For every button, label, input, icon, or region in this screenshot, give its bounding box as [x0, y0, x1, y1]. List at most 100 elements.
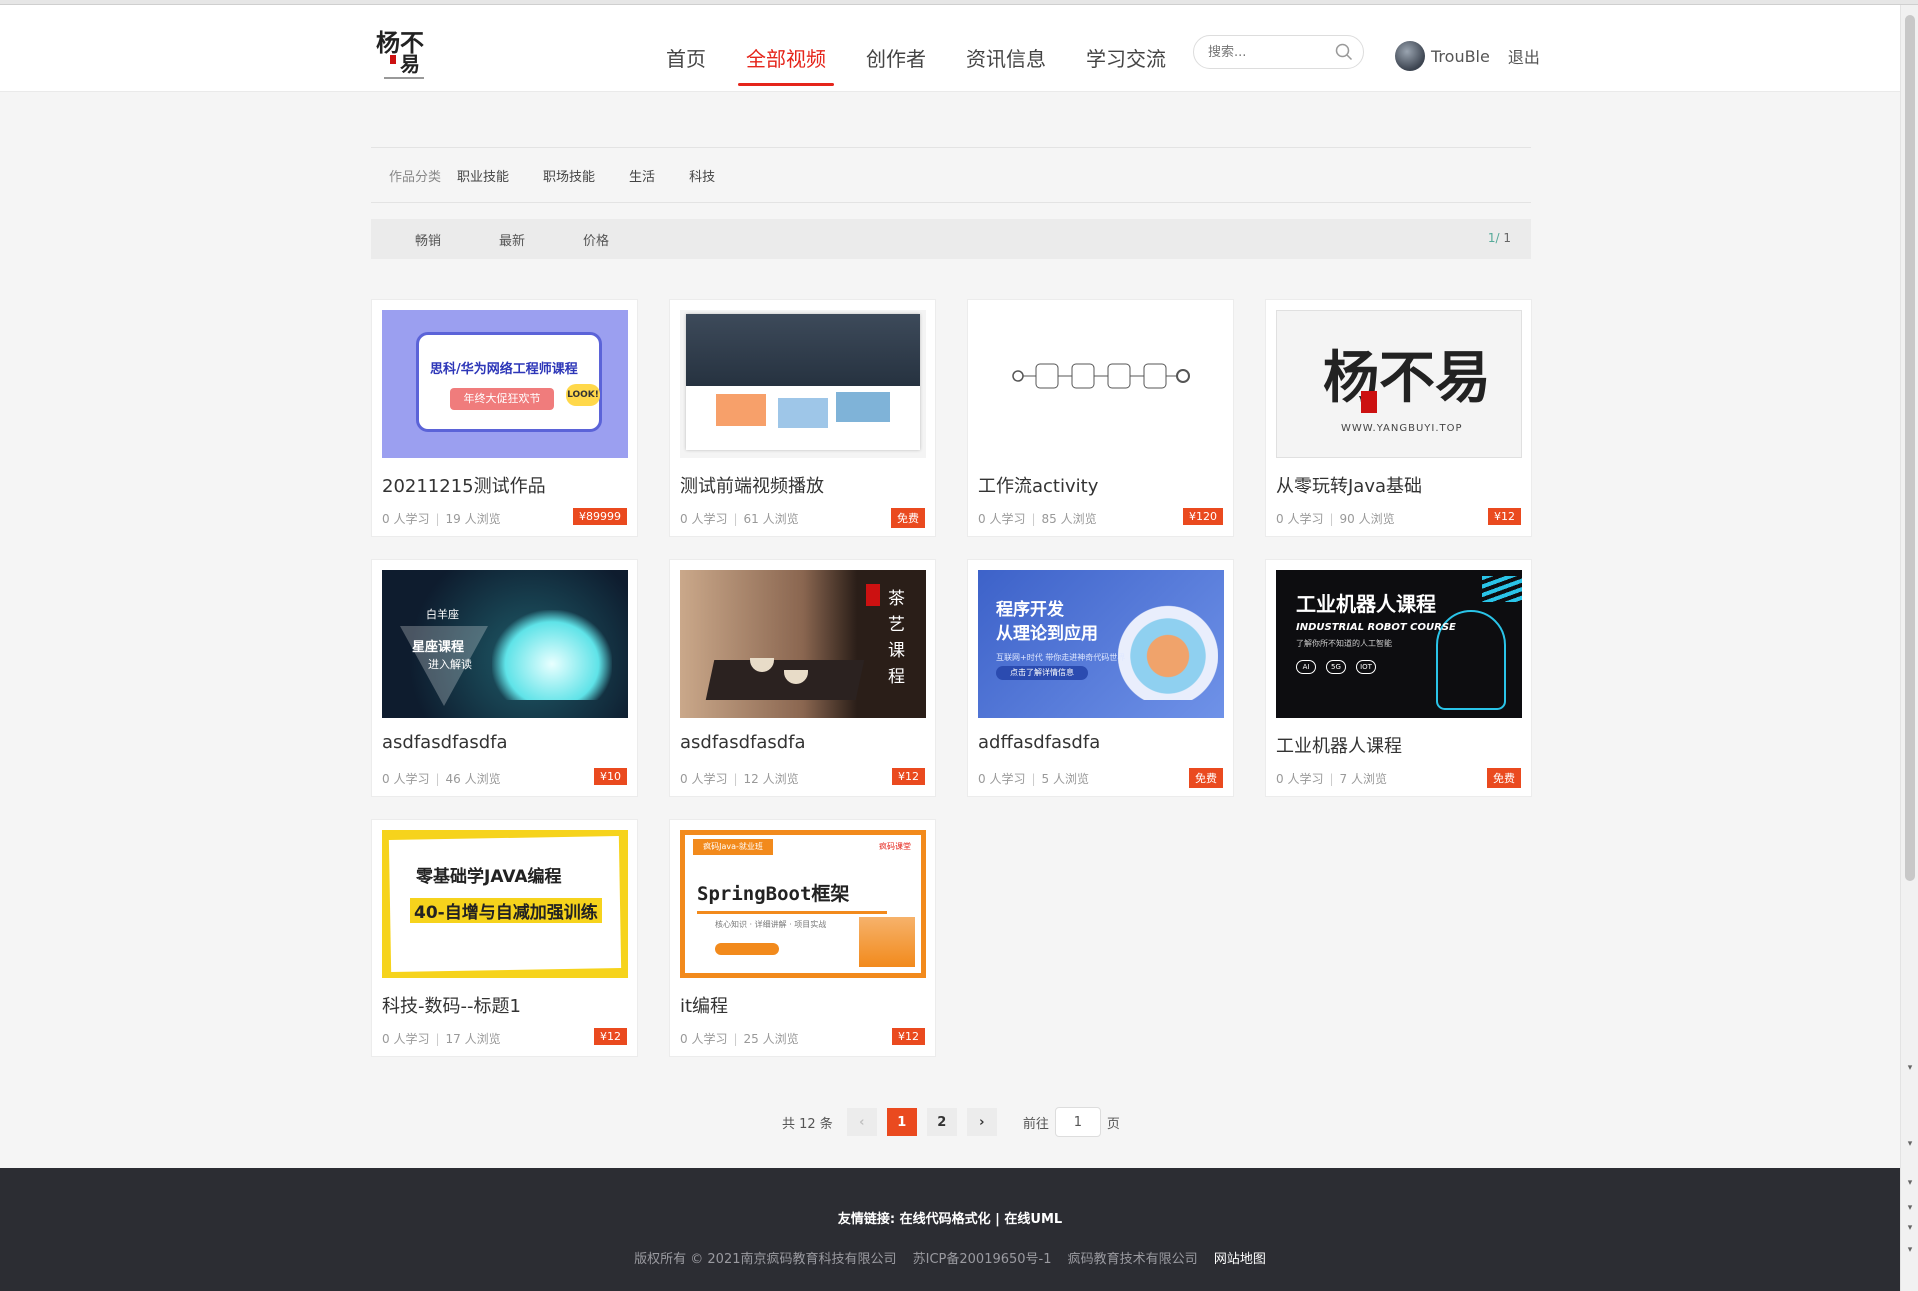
- nav-community[interactable]: 学习交流: [1070, 33, 1182, 86]
- icp-number[interactable]: 苏ICP备20019650号-1: [913, 1252, 1052, 1267]
- copyright: 版权所有 © 2021南京疯码教育科技有限公司: [634, 1252, 897, 1267]
- sitemap-link[interactable]: 网站地图: [1214, 1252, 1266, 1267]
- course-meta: 0 人学习 | 85 人浏览: [978, 512, 1097, 526]
- site-logo[interactable]: 杨不 易: [372, 17, 442, 85]
- course-meta: 0 人学习 | 19 人浏览: [382, 512, 501, 526]
- company-name: 疯码教育技术有限公司: [1067, 1252, 1198, 1267]
- category-tech[interactable]: 科技: [689, 166, 715, 185]
- price-badge: ¥12: [892, 768, 925, 785]
- price-badge: 免费: [891, 508, 925, 528]
- scroll-down-arrow[interactable]: ▾: [1905, 1203, 1915, 1213]
- search-box: [1193, 35, 1364, 69]
- price-badge: ¥12: [1488, 508, 1521, 525]
- avatar[interactable]: [1395, 41, 1425, 71]
- user-area: TrouBle 退出: [1395, 41, 1540, 71]
- search-icon[interactable]: [1335, 43, 1353, 61]
- nav-home[interactable]: 首页: [650, 33, 722, 86]
- course-card[interactable]: 工业机器人课程 INDUSTRIAL ROBOT COURSE 了解你所不知道的…: [1265, 559, 1532, 797]
- sort-price[interactable]: 价格: [583, 230, 609, 249]
- course-thumbnail[interactable]: 白羊座 星座课程 进入解读: [382, 570, 628, 718]
- course-card[interactable]: 零基础学JAVA编程 40-自增与自减加强训练 科技-数码--标题1 0 人学习…: [371, 819, 638, 1057]
- next-page-button[interactable]: ›: [966, 1108, 997, 1136]
- goto-page-input[interactable]: [1054, 1107, 1101, 1137]
- category-label: 作品分类: [389, 169, 442, 185]
- course-title[interactable]: 测试前端视频播放: [680, 472, 824, 498]
- friend-links: 友情链接: 在线代码格式化 | 在线UML: [0, 1208, 1900, 1227]
- course-thumbnail[interactable]: 零基础学JAVA编程 40-自增与自减加强训练: [382, 830, 628, 978]
- page-2-button[interactable]: 2: [926, 1108, 957, 1136]
- category-workplace[interactable]: 职场技能: [543, 166, 595, 185]
- course-title[interactable]: asdfasdfasdfa: [680, 732, 806, 753]
- workflow-diagram: [1012, 363, 1190, 389]
- search-input[interactable]: [1194, 36, 1324, 68]
- price-badge: ¥10: [594, 768, 627, 785]
- scroll-down-arrow[interactable]: ▾: [1905, 1063, 1915, 1073]
- nav-all-videos[interactable]: 全部视频: [730, 33, 842, 86]
- nav-creators[interactable]: 创作者: [850, 33, 942, 86]
- nav-news[interactable]: 资讯信息: [950, 33, 1062, 86]
- link-online-uml[interactable]: 在线UML: [1004, 1212, 1062, 1227]
- course-grid: 思科/华为网络工程师课程 年终大促狂欢节 LOOK! 20211215测试作品 …: [371, 299, 1532, 1057]
- scrollbar[interactable]: ▾ ▾ ▾ ▾ ▾ ▾: [1900, 5, 1918, 1291]
- link-code-formatter[interactable]: 在线代码格式化: [900, 1212, 991, 1227]
- scroll-down-arrow[interactable]: ▾: [1905, 1139, 1915, 1149]
- scroll-down-arrow[interactable]: ▾: [1905, 1245, 1915, 1255]
- course-thumbnail[interactable]: 茶艺课程: [680, 570, 926, 718]
- course-title[interactable]: asdfasdfasdfa: [382, 732, 508, 753]
- scroll-thumb[interactable]: [1905, 15, 1915, 881]
- username[interactable]: TrouBle: [1431, 47, 1490, 66]
- page-1-button[interactable]: 1: [886, 1108, 917, 1136]
- copyright-line: 版权所有 © 2021南京疯码教育科技有限公司 苏ICP备20019650号-1…: [0, 1248, 1900, 1267]
- price-badge: 免费: [1487, 768, 1521, 788]
- course-thumbnail[interactable]: 程序开发 从理论到应用 互联网+时代 带你走进神奇代码世界 点击了解详情信息: [978, 570, 1224, 718]
- category-vocational[interactable]: 职业技能: [457, 166, 509, 185]
- course-thumbnail[interactable]: [978, 310, 1224, 458]
- course-thumbnail[interactable]: 思科/华为网络工程师课程 年终大促狂欢节 LOOK!: [382, 310, 628, 458]
- course-thumbnail[interactable]: 工业机器人课程 INDUSTRIAL ROBOT COURSE 了解你所不知道的…: [1276, 570, 1522, 718]
- scroll-down-arrow[interactable]: ▾: [1905, 1223, 1915, 1233]
- friend-links-label: 友情链接:: [837, 1212, 896, 1227]
- link-divider: |: [995, 1212, 1000, 1227]
- course-thumbnail[interactable]: [680, 310, 926, 458]
- logout-link[interactable]: 退出: [1508, 44, 1540, 68]
- category-life[interactable]: 生活: [629, 166, 655, 185]
- category-filter: 作品分类 职业技能 职场技能 生活 科技: [371, 147, 1531, 203]
- course-meta: 0 人学习 | 7 人浏览: [1276, 772, 1387, 786]
- course-card[interactable]: 测试前端视频播放 0 人学习 | 61 人浏览 免费: [669, 299, 936, 537]
- price-badge: ¥12: [892, 1028, 925, 1045]
- course-card[interactable]: 程序开发 从理论到应用 互联网+时代 带你走进神奇代码世界 点击了解详情信息 ad…: [967, 559, 1234, 797]
- course-meta: 0 人学习 | 90 人浏览: [1276, 512, 1395, 526]
- course-title[interactable]: 科技-数码--标题1: [382, 992, 521, 1018]
- course-card[interactable]: 白羊座 星座课程 进入解读 asdfasdfasdfa 0 人学习 | 46 人浏览…: [371, 559, 638, 797]
- sort-newest[interactable]: 最新: [499, 230, 525, 249]
- course-meta: 0 人学习 | 46 人浏览: [382, 772, 501, 786]
- course-card[interactable]: 思科/华为网络工程师课程 年终大促狂欢节 LOOK! 20211215测试作品 …: [371, 299, 638, 537]
- course-card[interactable]: 茶艺课程 asdfasdfasdfa 0 人学习 | 12 人浏览 ¥12: [669, 559, 936, 797]
- course-card[interactable]: 疯码Java-就业班 疯码课堂 SpringBoot框架 核心知识 · 详细讲解…: [669, 819, 936, 1057]
- course-title[interactable]: 工作流activity: [978, 472, 1098, 498]
- prev-page-button[interactable]: ‹: [846, 1108, 877, 1136]
- price-badge: ¥12: [594, 1028, 627, 1045]
- scroll-down-arrow[interactable]: ▾: [1905, 1178, 1915, 1188]
- price-badge: ¥120: [1183, 508, 1223, 525]
- course-title[interactable]: 工业机器人课程: [1276, 732, 1402, 758]
- course-thumbnail[interactable]: 杨不易 WWW.YANGBUYI.TOP: [1276, 310, 1522, 458]
- goto-page: 前往 页: [1023, 1107, 1120, 1137]
- course-card[interactable]: 工作流activity 0 人学习 | 85 人浏览 ¥120: [967, 299, 1234, 537]
- course-title[interactable]: adffasdfasdfa: [978, 732, 1100, 753]
- goto-label: 前往: [1022, 1116, 1049, 1132]
- course-meta: 0 人学习 | 12 人浏览: [680, 772, 799, 786]
- course-card[interactable]: 杨不易 WWW.YANGBUYI.TOP 从零玩转Java基础 0 人学习 | 90…: [1265, 299, 1532, 537]
- course-title[interactable]: 从零玩转Java基础: [1276, 472, 1422, 498]
- pagination: 共 12 条 ‹ 1 2 › 前往 页: [782, 1107, 1120, 1137]
- course-title[interactable]: 20211215测试作品: [382, 472, 546, 498]
- course-thumbnail[interactable]: 疯码Java-就业班 疯码课堂 SpringBoot框架 核心知识 · 详细讲解…: [680, 830, 926, 978]
- course-title[interactable]: it编程: [680, 992, 728, 1018]
- sort-bestselling[interactable]: 畅销: [415, 230, 441, 249]
- goto-suffix: 页: [1106, 1116, 1120, 1132]
- site-footer: 友情链接: 在线代码格式化 | 在线UML 版权所有 © 2021南京疯码教育科…: [0, 1168, 1900, 1291]
- mini-page-indicator: 1/ 1: [1487, 231, 1511, 245]
- svg-text:易: 易: [400, 52, 420, 76]
- sort-bar: 畅销 最新 价格 1/ 1: [371, 219, 1531, 259]
- course-meta: 0 人学习 | 5 人浏览: [978, 772, 1089, 786]
